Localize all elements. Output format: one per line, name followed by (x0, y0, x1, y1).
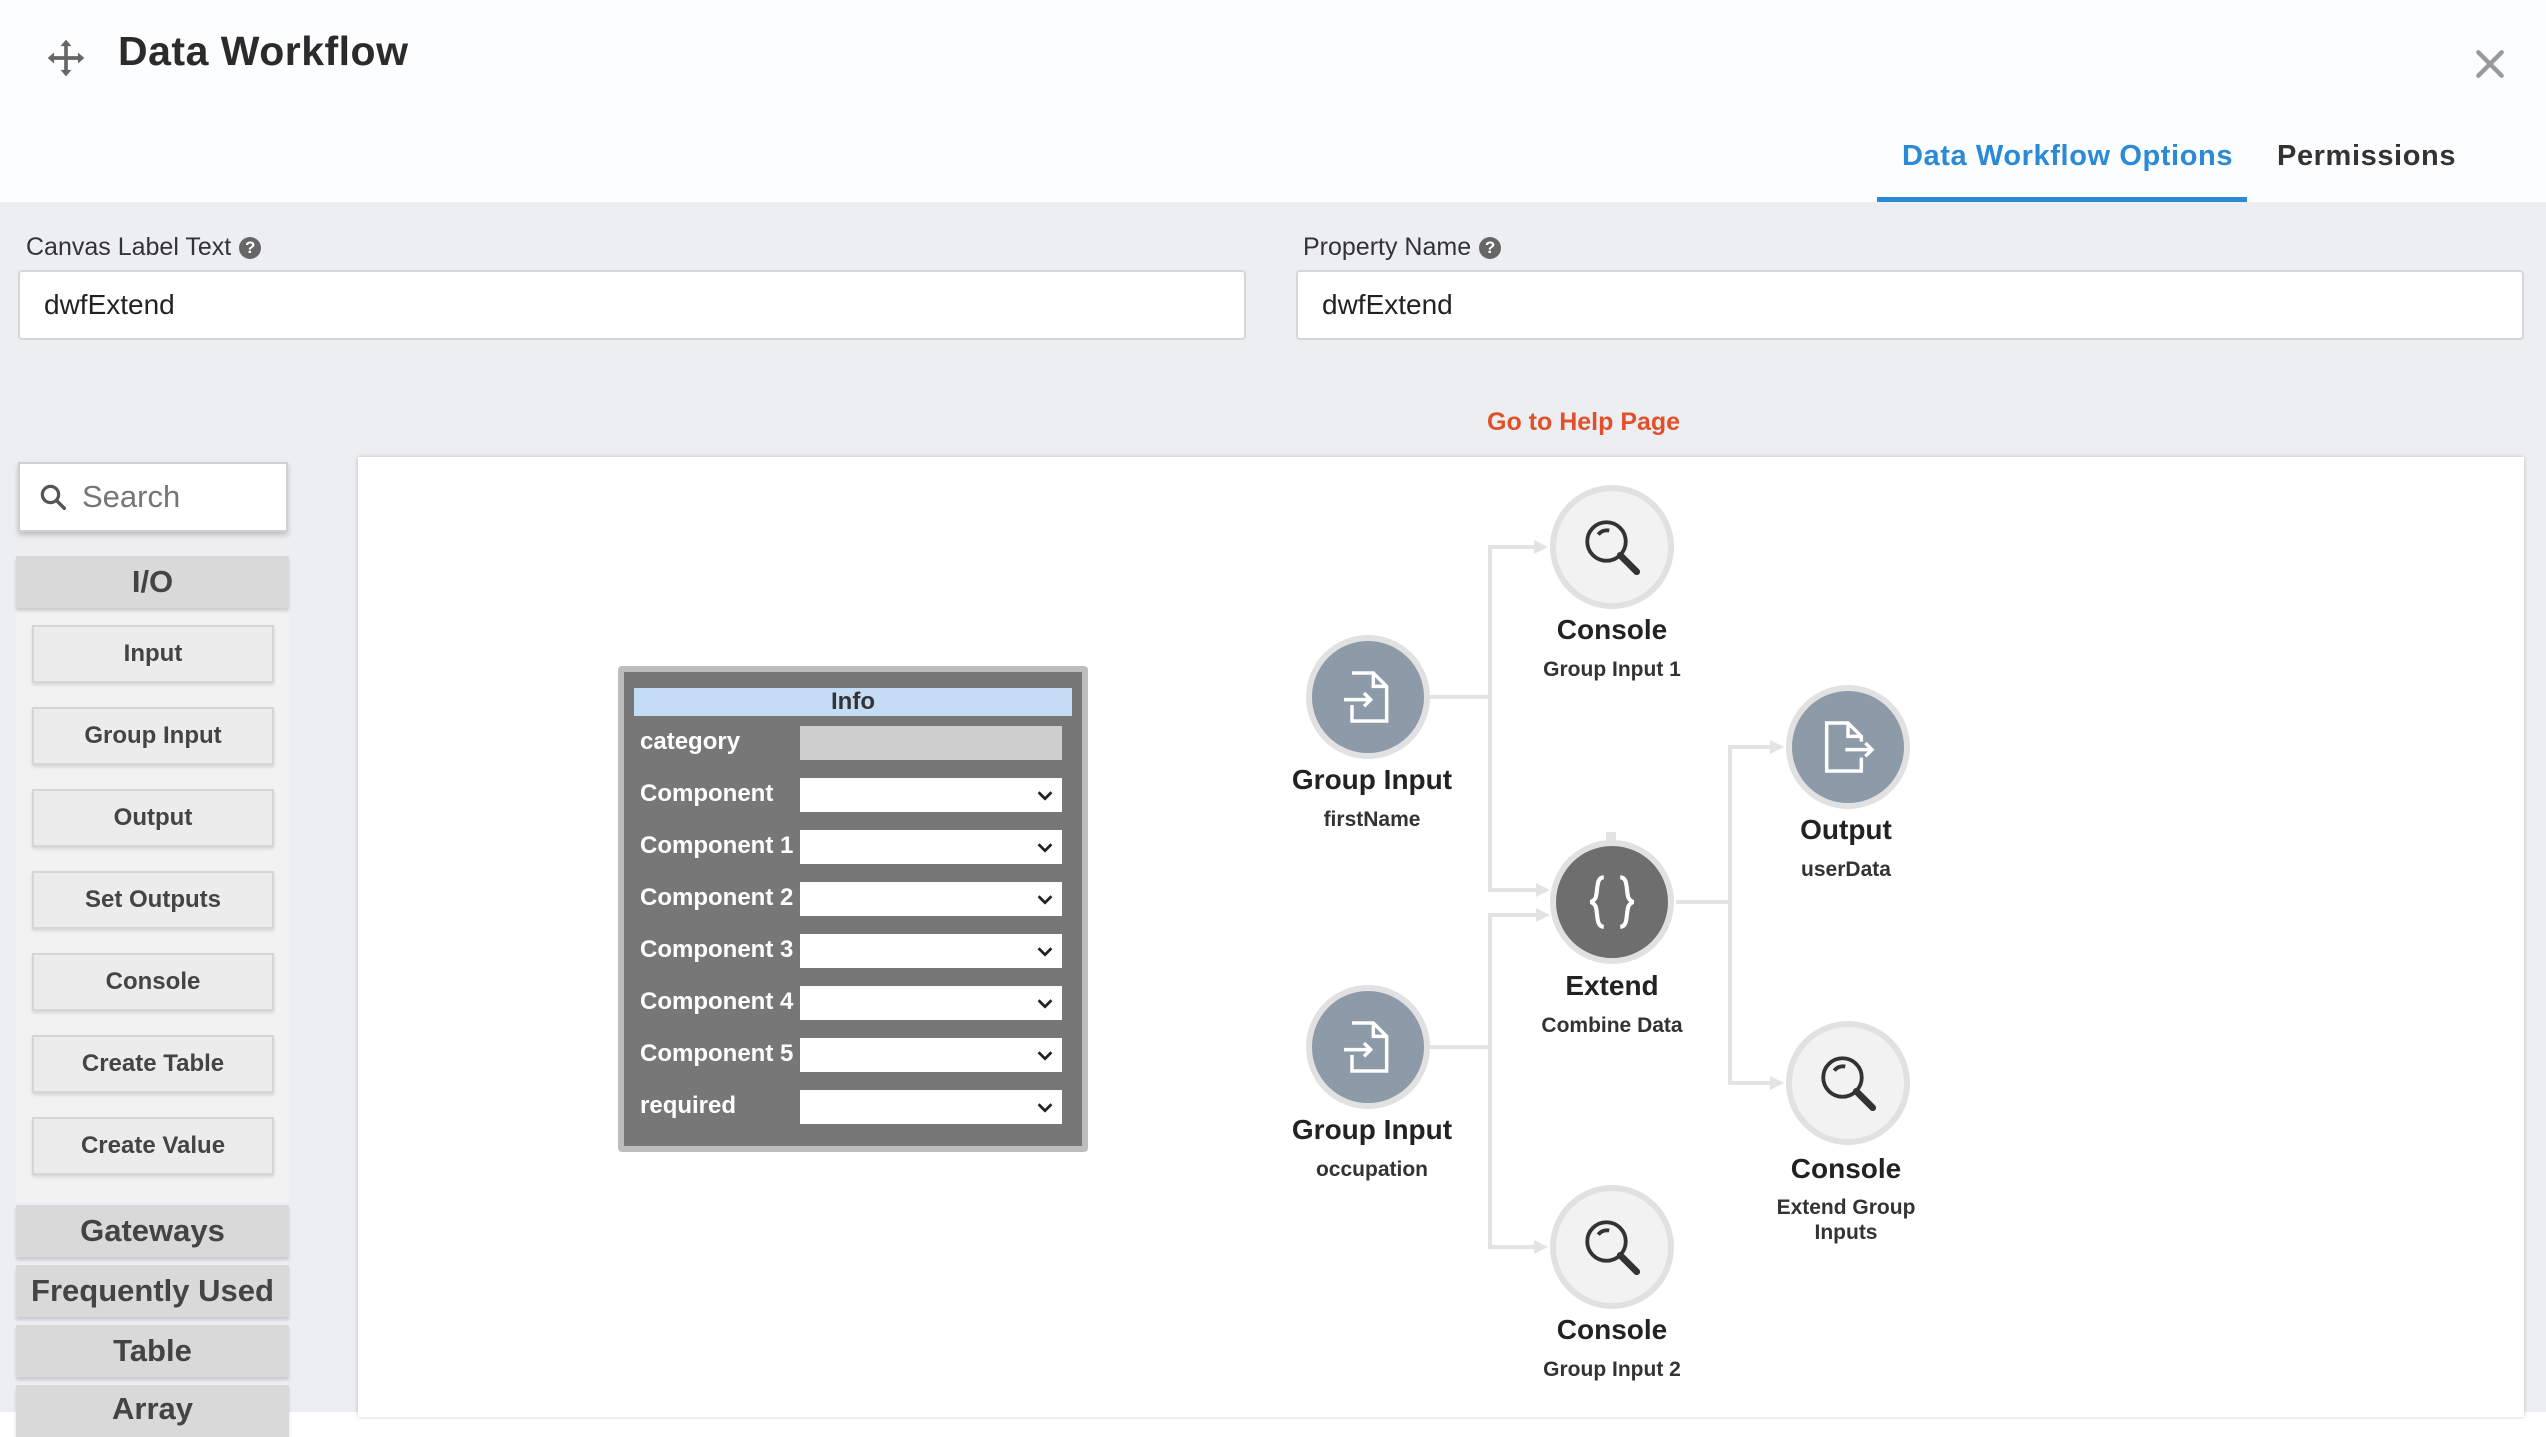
node-title: Group Input (1291, 764, 1453, 795)
file-import-icon (1344, 1021, 1389, 1073)
file-import-icon (1344, 671, 1389, 723)
node-subtitle: occupation (1315, 1158, 1428, 1181)
node-title: Console (1790, 1153, 1902, 1184)
node-title: Console (1556, 614, 1668, 645)
link-arrow (1534, 1240, 1548, 1254)
magnifier-icon (1585, 520, 1641, 576)
node-subtitle: Combine Data (1541, 1014, 1683, 1037)
node-title: Group Input (1291, 1114, 1453, 1145)
node-subtitle: firstName (1323, 808, 1421, 831)
link-arrow (1536, 883, 1550, 897)
link-arrow (1536, 908, 1550, 922)
link-arrow (1770, 740, 1784, 754)
workflow-connections (1430, 540, 1784, 1254)
node-output-userdata[interactable] (1786, 685, 1910, 809)
file-export-icon (1824, 721, 1875, 773)
node-group-input-firstname[interactable] (1306, 635, 1430, 759)
node-title: Output (1800, 814, 1892, 845)
node-extend-combine-data[interactable] (1550, 840, 1674, 964)
node-subtitle: Group Input 2 (1543, 1358, 1681, 1381)
node-console-group-input-1[interactable] (1550, 485, 1674, 609)
magnifier-icon (1821, 1056, 1877, 1112)
node-subtitle: Extend Group Inputs (1776, 1196, 1916, 1244)
node-console-extend-group-inputs[interactable] (1786, 1021, 1910, 1145)
node-subtitle: Group Input 1 (1543, 658, 1681, 681)
curly-braces-icon (1589, 875, 1635, 929)
node-title: Extend (1565, 970, 1659, 1001)
node-title: Console (1556, 1314, 1668, 1345)
node-console-group-input-2[interactable] (1550, 1185, 1674, 1309)
magnifier-icon (1585, 1220, 1641, 1276)
node-subtitle: userData (1801, 858, 1891, 881)
link-gi2-console2 (1488, 1047, 1540, 1249)
node-group-input-occupation[interactable] (1306, 985, 1430, 1109)
link-arrow (1770, 1076, 1784, 1090)
link-arrow (1534, 540, 1548, 554)
